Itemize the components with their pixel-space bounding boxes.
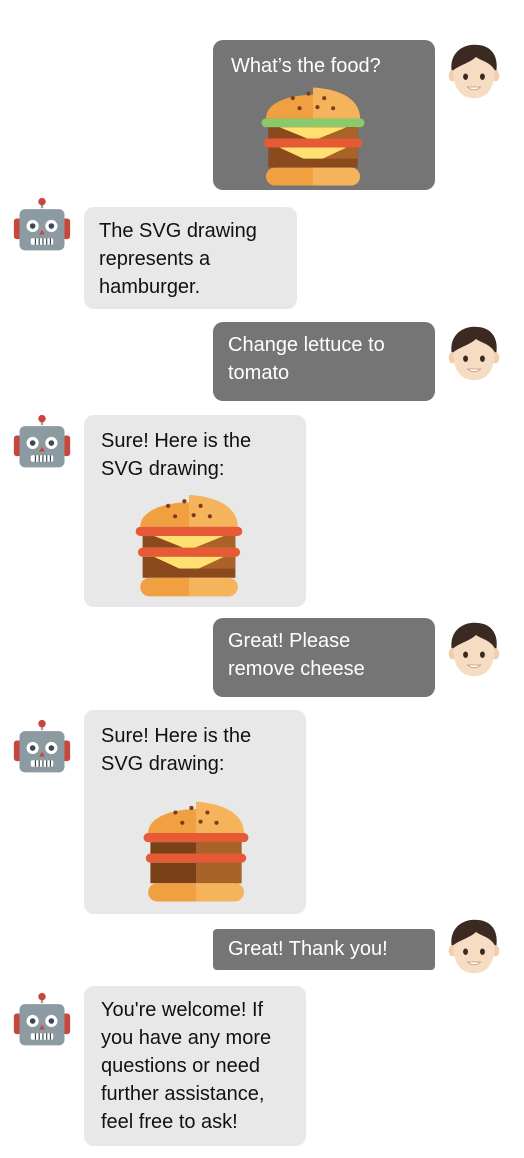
bot-bubble: The SVG drawing represents a hamburger. <box>84 207 297 309</box>
robot-avatar-icon <box>12 991 72 1051</box>
robot-avatar-icon <box>12 718 72 778</box>
bot-bubble: You're welcome! If you have any more que… <box>84 986 306 1146</box>
hamburger-icon <box>131 485 247 601</box>
message-text: Sure! Here is the SVG drawing: <box>101 430 252 480</box>
hamburger-icon <box>257 78 369 190</box>
user-bubble: Change lettuce to tomato <box>213 322 435 401</box>
bot-bubble: Sure! Here is the SVG drawing: <box>84 415 306 607</box>
message-text: Great! Thank you! <box>228 938 388 960</box>
hamburger-icon <box>139 792 253 906</box>
message-text: You're welcome! If you have any more que… <box>101 999 272 1133</box>
message-text: Change lettuce to tomato <box>228 334 385 384</box>
user-avatar-icon <box>444 620 504 680</box>
user-bubble: What’s the food? <box>213 40 435 190</box>
message-text: Sure! Here is the SVG drawing: <box>101 725 252 775</box>
message-text: The SVG drawing represents a hamburger. <box>99 220 257 298</box>
user-bubble: Great! Thank you! <box>213 929 435 970</box>
user-avatar-icon <box>444 917 504 977</box>
message-text: Great! Please remove cheese <box>228 630 365 680</box>
robot-avatar-icon <box>12 413 72 473</box>
user-avatar-icon <box>444 324 504 384</box>
message-text: What’s the food? <box>231 55 381 77</box>
robot-avatar-icon <box>12 196 72 256</box>
user-bubble: Great! Please remove cheese <box>213 618 435 697</box>
bot-bubble: Sure! Here is the SVG drawing: <box>84 710 306 914</box>
user-avatar-icon <box>444 42 504 102</box>
